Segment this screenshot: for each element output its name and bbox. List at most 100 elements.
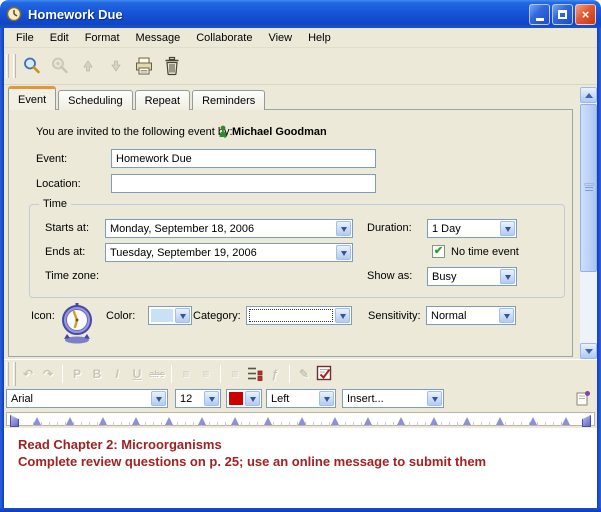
checkmark-icon: ✔ [434,246,443,257]
insert-field-icon[interactable]: ƒ [265,364,285,384]
scrollbar-thumb[interactable] [580,104,597,272]
delete-button[interactable] [159,53,185,79]
undo-icon[interactable]: ↶ [18,364,38,384]
organizer-name: Michael Goodman [232,126,327,138]
duration-label: Duration: [367,222,412,234]
event-input[interactable] [111,149,376,168]
font-family-select[interactable]: Arial [6,389,168,408]
menu-bar: File Edit Format Message Collaborate Vie… [4,28,597,48]
starts-at-select[interactable]: Monday, September 18, 2006 [105,219,353,238]
tab-scheduling-label: Scheduling [68,95,122,107]
toolbar-grip[interactable] [13,362,16,386]
move-down-button[interactable] [103,53,129,79]
menu-message[interactable]: Message [128,30,189,46]
menu-format[interactable]: Format [77,30,128,46]
ruler[interactable] [4,410,597,428]
title-bar[interactable]: Homework Due × [0,0,601,28]
paragraph-icon[interactable]: P [67,364,87,384]
numbered-list-icon[interactable] [245,364,265,384]
bold-icon[interactable]: B [87,364,107,384]
scroll-up-button[interactable] [580,87,597,103]
time-group-title: Time [39,198,71,210]
menu-edit[interactable]: Edit [42,30,77,46]
italic-icon[interactable]: I [107,364,127,384]
chevron-down-icon[interactable] [499,308,514,323]
color-select[interactable] [148,306,192,325]
chevron-down-icon[interactable] [245,391,260,406]
right-margin-marker[interactable] [582,415,591,427]
insert-object-icon[interactable] [575,390,591,411]
main-toolbar [4,48,597,85]
font-size-select[interactable]: 12 [175,389,221,408]
separator [220,365,221,383]
category-label: Category: [193,310,241,322]
chevron-down-icon[interactable] [319,391,334,406]
alarm-clock-icon[interactable] [59,302,95,349]
tab-repeat[interactable]: Repeat [135,90,190,110]
redo-icon[interactable]: ↷ [38,364,58,384]
menu-view[interactable]: View [260,30,300,46]
show-as-label: Show as: [367,270,412,282]
insert-select[interactable]: Insert... [342,389,444,408]
chevron-down-icon[interactable] [151,391,166,406]
indent-icon[interactable]: ≡ [196,364,216,384]
minimize-icon [536,18,544,21]
alignment-select[interactable]: Left [266,389,336,408]
menu-file[interactable]: File [8,30,42,46]
chevron-down-icon[interactable] [427,391,442,406]
maximize-icon [558,10,567,19]
signature-icon[interactable]: ✎ [294,364,314,384]
no-time-event-checkbox[interactable]: ✔ [432,245,445,258]
tab-event-label: Event [18,94,46,106]
print-button[interactable] [131,53,157,79]
arrow-down-icon [108,58,124,74]
scroll-down-button[interactable] [580,343,597,359]
chevron-down-icon[interactable] [500,269,515,284]
location-input[interactable] [111,174,376,193]
maximize-button[interactable] [552,4,573,25]
outdent-icon[interactable]: ≡ [176,364,196,384]
starts-at-value: Monday, September 18, 2006 [110,223,334,235]
chevron-down-icon[interactable] [175,308,190,323]
toolbar-grip[interactable] [6,54,9,78]
show-as-value: Busy [432,271,498,283]
chevron-down-icon[interactable] [204,391,219,406]
find-next-button[interactable] [47,53,73,79]
menu-help[interactable]: Help [300,30,339,46]
chevron-down-icon[interactable] [336,245,351,260]
chevron-down-icon[interactable] [335,308,350,323]
message-body-editor[interactable]: Read Chapter 2: Microorganisms Complete … [4,428,597,508]
move-up-button[interactable] [75,53,101,79]
find-button[interactable] [19,53,45,79]
chevron-down-icon[interactable] [500,221,515,236]
font-color-select[interactable] [226,389,262,408]
duration-select[interactable]: 1 Day [427,219,517,238]
strikethrough-icon[interactable]: abc [147,364,167,384]
minimize-button[interactable] [529,4,550,25]
bullet-list-icon[interactable]: ≡ [225,364,245,384]
underline-icon[interactable]: U [127,364,147,384]
magnifier-icon [22,56,42,76]
tab-event[interactable]: Event [8,86,56,110]
chevron-down-icon[interactable] [336,221,351,236]
close-button[interactable]: × [575,4,596,25]
editor-line: Complete review questions on p. 25; use … [18,453,597,470]
left-margin-marker[interactable] [10,415,19,427]
organizer-person-icon [218,125,228,143]
tab-scheduling[interactable]: Scheduling [58,90,132,110]
tab-stop-markers [33,417,570,426]
menu-collaborate[interactable]: Collaborate [188,30,260,46]
window-title: Homework Due [28,7,123,22]
ruler-band [6,412,595,426]
sensitivity-select[interactable]: Normal [426,306,516,325]
chevron-up-icon [585,93,593,98]
ends-at-select[interactable]: Tuesday, September 19, 2006 [105,243,353,262]
vertical-scrollbar[interactable] [580,87,597,359]
spell-check-icon[interactable] [314,364,334,384]
font-size-value: 12 [180,393,202,405]
category-select[interactable] [246,306,352,325]
show-as-select[interactable]: Busy [427,267,517,286]
toolbar-grip[interactable] [13,54,16,78]
tab-reminders[interactable]: Reminders [192,90,265,110]
toolbar-grip[interactable] [6,362,9,386]
